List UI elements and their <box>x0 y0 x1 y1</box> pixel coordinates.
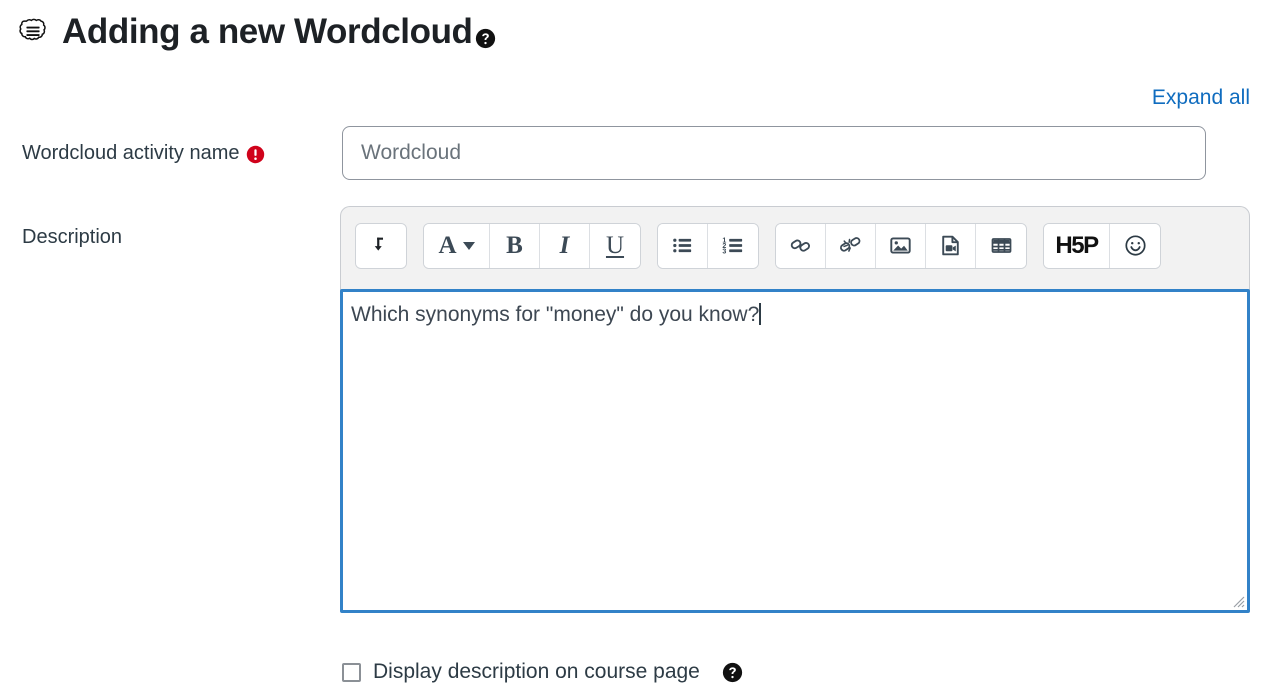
bold-icon: B <box>506 233 523 258</box>
link-button[interactable] <box>776 224 826 268</box>
description-textarea[interactable]: Which synonyms for "money" do you know? <box>340 289 1250 613</box>
h5p-icon: H5P <box>1055 234 1097 258</box>
image-icon <box>889 234 912 257</box>
underline-icon: U <box>606 233 624 258</box>
media-button[interactable] <box>926 224 976 268</box>
list-group: 1 2 3 <box>657 223 759 269</box>
add-wordcloud-form-page: Adding a new Wordcloud Expand all Wordcl… <box>0 0 1266 699</box>
underline-button[interactable]: U <box>590 224 640 268</box>
link-icon <box>789 234 812 257</box>
description-text-value: Which synonyms for "money" do you know? <box>351 303 759 326</box>
smiley-icon <box>1124 234 1147 257</box>
display-description-label: Display description on course page <box>373 660 700 684</box>
italic-button[interactable]: I <box>540 224 590 268</box>
display-description-row: Display description on course page <box>342 660 743 684</box>
bold-button[interactable]: B <box>490 224 540 268</box>
image-button[interactable] <box>876 224 926 268</box>
help-circle-icon[interactable] <box>722 662 743 683</box>
paragraph-style-button[interactable]: A <box>424 224 490 268</box>
toggle-toolbar-button[interactable] <box>356 224 406 268</box>
svg-text:3: 3 <box>722 248 726 256</box>
table-icon <box>990 234 1013 257</box>
unlink-icon <box>839 234 862 257</box>
bulleted-list-icon <box>671 234 694 257</box>
video-file-icon <box>939 234 962 257</box>
help-circle-icon[interactable] <box>475 28 496 49</box>
page-title: Adding a new Wordcloud <box>62 14 473 49</box>
description-text: Which synonyms for "money" do you know? <box>351 301 1237 329</box>
numbered-list-button[interactable]: 1 2 3 <box>708 224 758 268</box>
editor-toolbar: A B I U <box>340 206 1250 290</box>
font-style-icon: A <box>438 233 456 258</box>
insert-group <box>775 223 1027 269</box>
wordcloud-icon <box>18 17 48 47</box>
page-header: Adding a new Wordcloud <box>18 14 496 49</box>
bulleted-list-button[interactable] <box>658 224 708 268</box>
required-exclamation-icon <box>246 145 265 164</box>
description-label-row: Description <box>22 226 122 249</box>
expand-all-link[interactable]: Expand all <box>1152 86 1250 110</box>
display-description-checkbox[interactable] <box>342 663 361 682</box>
text-cursor <box>759 303 761 325</box>
title-row: Adding a new Wordcloud <box>62 14 496 49</box>
h5p-button[interactable]: H5P <box>1044 224 1110 268</box>
activity-name-label-row: Wordcloud activity name <box>22 142 265 165</box>
format-group: A B I U <box>423 223 641 269</box>
unlink-button[interactable] <box>826 224 876 268</box>
plugin-group: H5P <box>1043 223 1161 269</box>
table-button[interactable] <box>976 224 1026 268</box>
resize-handle[interactable] <box>1229 592 1245 608</box>
numbered-list-icon: 1 2 3 <box>722 234 745 257</box>
description-editor: A B I U <box>340 206 1250 613</box>
activity-name-input[interactable] <box>342 126 1206 180</box>
description-label: Description <box>22 226 122 249</box>
expand-group <box>355 223 407 269</box>
arrow-down-turn-icon <box>370 235 392 257</box>
emoji-button[interactable] <box>1110 224 1160 268</box>
activity-name-label: Wordcloud activity name <box>22 142 240 165</box>
italic-icon: I <box>560 233 570 258</box>
chevron-down-icon <box>463 242 475 250</box>
